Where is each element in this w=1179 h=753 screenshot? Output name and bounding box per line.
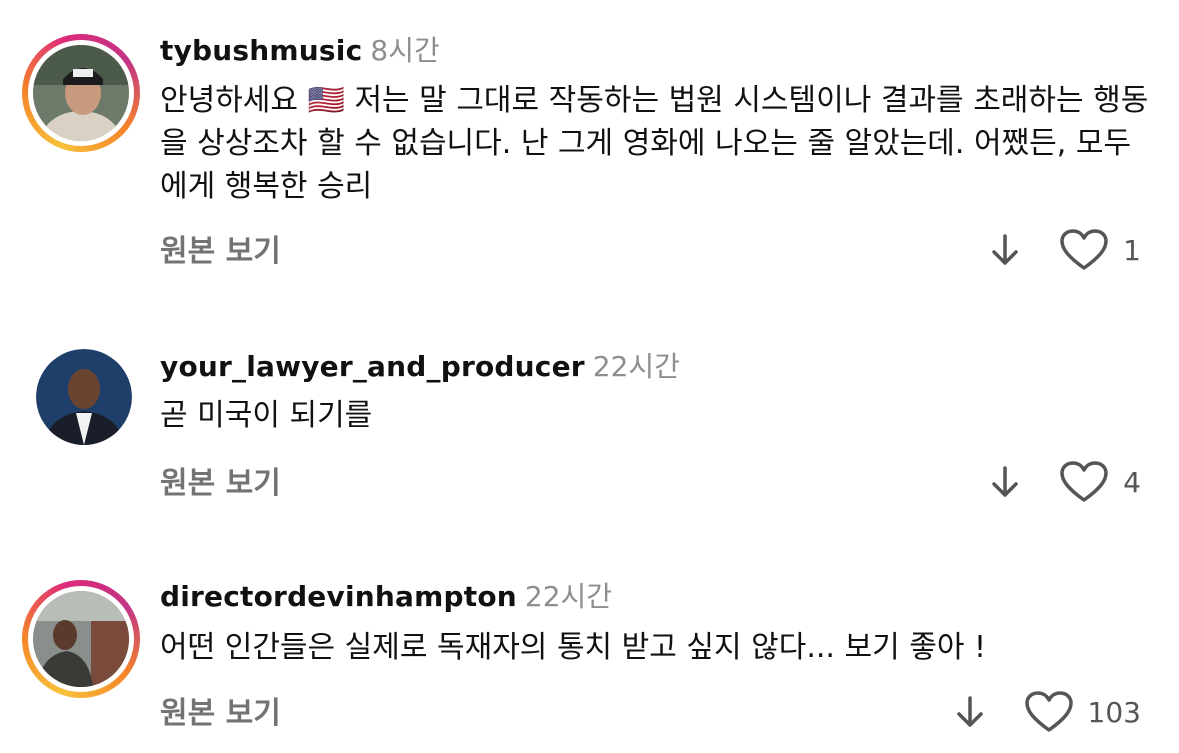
see-original-button[interactable]: 원본 보기 — [160, 458, 281, 502]
comment-actions: 4 — [987, 460, 1141, 504]
arrow-down-icon[interactable] — [987, 462, 1023, 502]
comment-actions: 103 — [952, 690, 1141, 734]
comment-header: your_lawyer_and_producer 22시간 — [160, 349, 680, 385]
avatar[interactable] — [22, 34, 140, 152]
comment-text: 어떤 인간들은 실제로 독재자의 통치 받고 싶지 않다... 보기 좋아 ! — [160, 630, 986, 665]
avatar[interactable] — [36, 349, 132, 445]
comment-text: 안녕하세요 🇺🇸 저는 말 그대로 작동하는 법원 시스템이나 결과를 초래하는… — [160, 83, 1149, 204]
us-flag-emoji: 🇺🇸 — [307, 83, 345, 118]
like-count: 1 — [1123, 233, 1141, 267]
comment-text: 곧 미국이 되기를 — [160, 398, 373, 433]
username[interactable]: directordevinhampton — [160, 580, 517, 613]
username[interactable]: tybushmusic — [160, 34, 362, 67]
heart-icon[interactable] — [1059, 228, 1109, 272]
heart-icon[interactable] — [1059, 460, 1109, 504]
username[interactable]: your_lawyer_and_producer — [160, 350, 585, 383]
like-count: 103 — [1087, 695, 1141, 729]
avatar[interactable] — [22, 580, 140, 698]
like-count: 4 — [1123, 465, 1141, 499]
comment-header: tybushmusic 8시간 — [160, 33, 440, 69]
heart-icon[interactable] — [1024, 690, 1074, 734]
avatar-image — [33, 45, 129, 141]
see-original-button[interactable]: 원본 보기 — [160, 688, 281, 732]
timestamp: 22시간 — [524, 580, 613, 613]
arrow-down-icon[interactable] — [952, 692, 988, 732]
avatar-image — [36, 349, 132, 445]
comment-actions: 1 — [987, 228, 1141, 272]
avatar-image — [33, 591, 129, 687]
arrow-down-icon[interactable] — [987, 230, 1023, 270]
timestamp: 22시간 — [592, 350, 680, 383]
see-original-button[interactable]: 원본 보기 — [160, 226, 281, 270]
comment-header: directordevinhampton 22시간 — [160, 579, 612, 615]
timestamp: 8시간 — [370, 34, 440, 67]
